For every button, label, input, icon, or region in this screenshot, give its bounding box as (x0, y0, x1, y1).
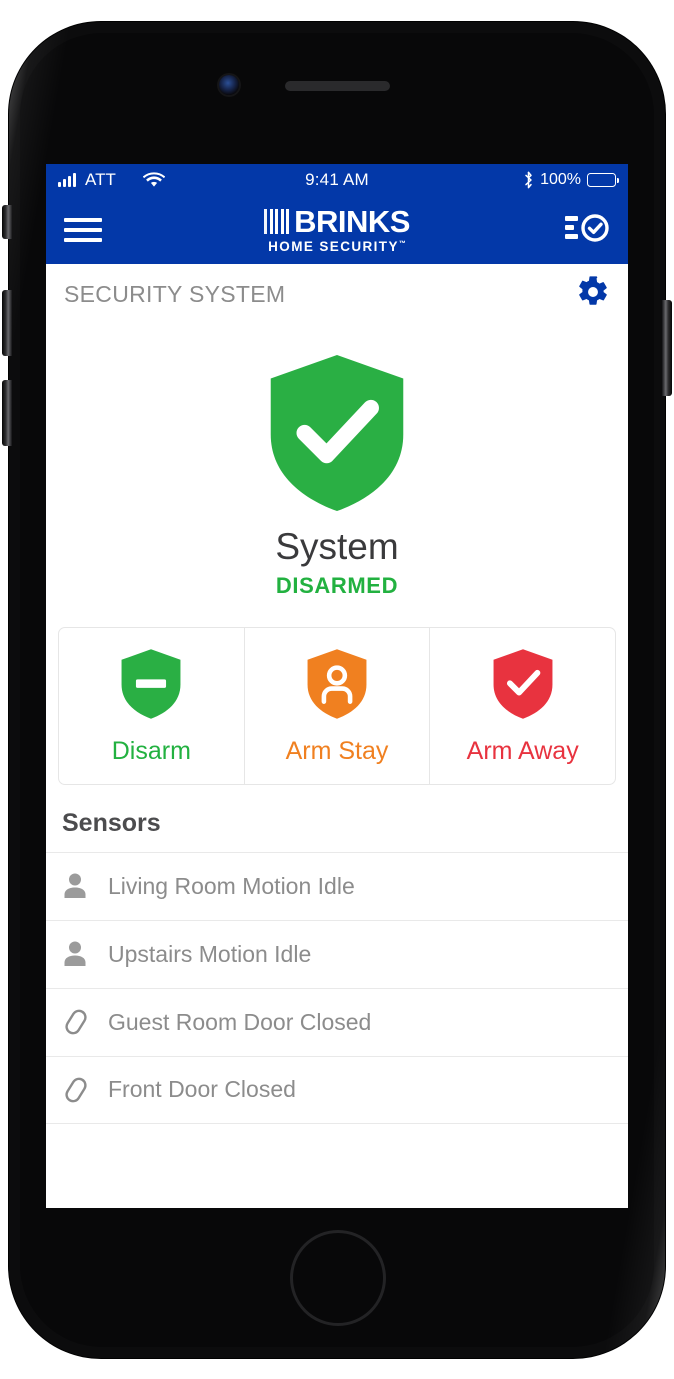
shield-check-icon (490, 648, 556, 725)
arm-action-group: Disarm Arm Stay Arm Away (58, 626, 616, 785)
silent-switch[interactable] (2, 205, 12, 239)
earpiece-speaker (285, 81, 390, 91)
power-button[interactable] (662, 300, 672, 396)
disarm-label: Disarm (111, 736, 191, 765)
brand-subtitle-row: HOME SECURITY™ (268, 240, 406, 254)
brand-name: BRINKS (294, 204, 410, 240)
motion-person-icon (62, 872, 102, 900)
arm-away-label: Arm Away (466, 736, 579, 765)
system-status-hero: System DISARMED (46, 326, 628, 621)
volume-up-button[interactable] (2, 290, 12, 356)
brand-subtitle: HOME SECURITY (268, 239, 399, 255)
volume-down-button[interactable] (2, 380, 12, 446)
shield-minus-icon (118, 648, 184, 725)
sensor-label: Front Door Closed (108, 1076, 296, 1103)
status-bar-right: 100% (523, 171, 620, 189)
sensor-label: Living Room Motion Idle (108, 872, 355, 899)
status-badge: DISARMED (275, 572, 399, 598)
hamburger-menu-icon[interactable] (64, 212, 102, 248)
screenshot-stage: ATT 9:41 AM 100% BRINKS HOME SECURITY™ S… (0, 0, 674, 1379)
checklist-icon[interactable] (564, 210, 610, 251)
door-contact-icon (62, 1007, 102, 1037)
disarm-button[interactable]: Disarm (59, 628, 244, 784)
motion-person-icon (62, 940, 102, 968)
list-item[interactable]: Upstairs Motion Idle (46, 919, 628, 988)
brand-logo: BRINKS HOME SECURITY™ (46, 196, 628, 264)
brand-trademark: ™ (398, 240, 406, 248)
arm-stay-label: Arm Stay (285, 736, 389, 765)
battery-full-icon (587, 173, 620, 187)
sensor-label: Upstairs Motion Idle (108, 940, 312, 967)
shield-person-icon (304, 648, 370, 725)
app-bar: BRINKS HOME SECURITY™ (46, 196, 628, 264)
battery-percent-label: 100% (540, 171, 581, 188)
status-bar: ATT 9:41 AM 100% (46, 164, 628, 196)
shield-check-icon (263, 352, 411, 514)
sensors-heading: Sensors (46, 784, 628, 852)
page-title: SECURITY SYSTEM (64, 281, 286, 307)
arm-stay-button[interactable]: Arm Stay (243, 627, 430, 784)
bluetooth-icon (523, 171, 534, 189)
sensor-list: Living Room Motion Idle Upstairs Motion … (46, 851, 628, 1124)
list-item[interactable]: Living Room Motion Idle (46, 851, 628, 920)
list-item[interactable]: Front Door Closed (46, 1055, 628, 1124)
door-contact-icon (62, 1075, 102, 1105)
home-button[interactable] (290, 1230, 386, 1326)
list-item[interactable]: Guest Room Door Closed (46, 987, 628, 1056)
system-label: System (275, 526, 399, 567)
arm-away-button[interactable]: Arm Away (429, 627, 615, 784)
brand-stripes-icon (264, 209, 290, 235)
brand-wordmark-row: BRINKS (264, 206, 410, 237)
section-header: SECURITY SYSTEM (46, 264, 628, 326)
gear-icon[interactable] (576, 275, 610, 314)
phone-screen: ATT 9:41 AM 100% BRINKS HOME SECURITY™ S… (46, 164, 628, 1208)
front-camera-icon (219, 75, 239, 95)
sensor-label: Guest Room Door Closed (108, 1008, 372, 1035)
